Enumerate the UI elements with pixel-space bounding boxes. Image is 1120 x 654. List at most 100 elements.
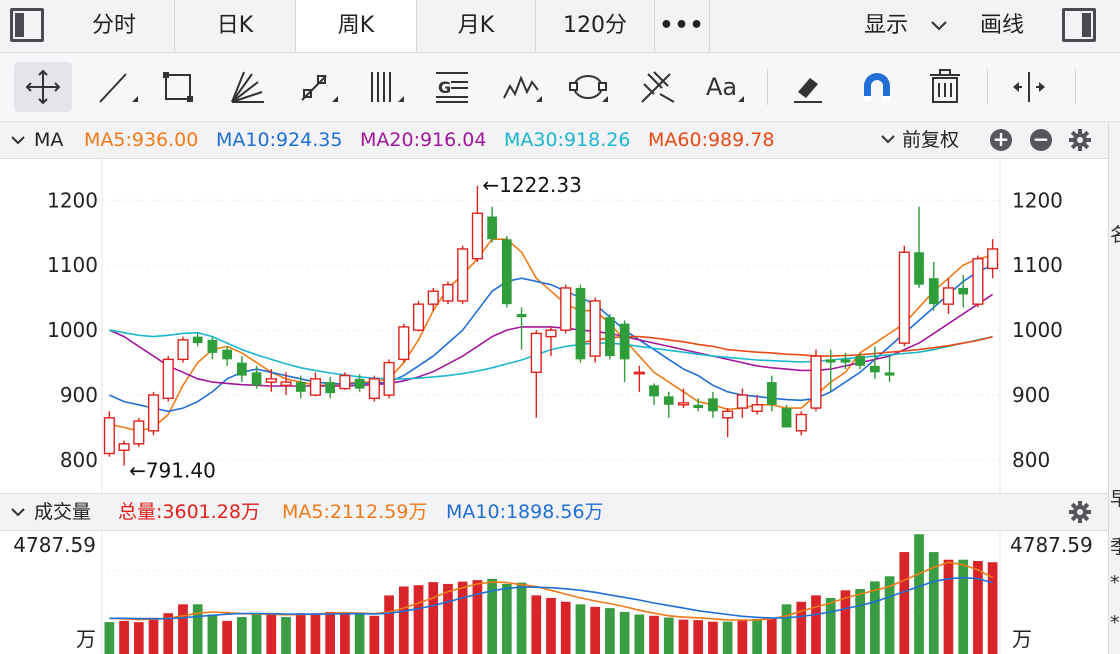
ma60-value: MA60:989.78	[648, 129, 775, 151]
tab-weekly-k[interactable]: 周K	[296, 0, 417, 52]
candle	[884, 356, 895, 383]
zoom-in-icon[interactable]: +	[990, 129, 1012, 151]
volume-bar	[251, 613, 262, 654]
volume-bar	[605, 608, 615, 654]
trash-icon[interactable]	[916, 62, 974, 112]
text-tool-icon[interactable]: Aa	[696, 62, 754, 112]
y-tick-label-left: 900	[60, 383, 98, 407]
candle-body	[677, 402, 690, 406]
chevron-down-icon[interactable]	[10, 507, 26, 519]
volume-bar	[531, 595, 542, 654]
volume-max-label-left: 4787.59	[13, 533, 96, 557]
candle-body	[958, 287, 969, 295]
ma20-value: MA20:916.04	[360, 129, 487, 151]
candle-body	[633, 371, 645, 375]
candle-body	[884, 372, 895, 376]
y-tick-label-left: 1200	[47, 188, 98, 212]
volume-bar	[855, 589, 866, 654]
kline-chart[interactable]: 1200 1200 1100 1100 1000 1000 900 900 800 800 ←122…	[0, 159, 1108, 493]
side-panel-text: 早	[1110, 484, 1120, 511]
volume-bar	[443, 583, 453, 654]
volume-bar	[340, 612, 350, 654]
chevron-down-icon[interactable]	[880, 134, 896, 146]
candle-body	[295, 382, 306, 392]
candle	[589, 297, 601, 363]
channel-tool-icon[interactable]	[290, 62, 348, 112]
price-adjust-selector[interactable]: 前复权	[902, 122, 959, 158]
candle-body	[766, 382, 777, 405]
volume-bar	[501, 583, 512, 654]
candle	[810, 349, 822, 412]
candle-body	[870, 365, 880, 373]
zoom-out-icon[interactable]: −	[1030, 129, 1052, 151]
candle-body	[325, 382, 336, 394]
candle	[942, 278, 955, 314]
right-panel-toggle-icon[interactable]	[1062, 8, 1096, 42]
expand-horizontal-icon[interactable]	[1000, 62, 1058, 112]
candle	[516, 307, 527, 350]
fan-lines-tool-icon[interactable]	[220, 62, 278, 112]
more-periods-button[interactable]: •••	[655, 0, 710, 52]
total-volume-value: 总量:3601.28万	[118, 501, 260, 523]
price-note-tool-icon[interactable]: G	[424, 62, 482, 112]
move-cross-icon[interactable]	[14, 62, 72, 112]
vertical-lines-tool-icon[interactable]	[356, 62, 414, 112]
candle	[972, 255, 984, 308]
ma-label[interactable]: MA	[34, 122, 63, 158]
candle-body	[280, 381, 292, 387]
settings-gear-icon[interactable]	[1068, 128, 1092, 152]
volume-bar	[914, 534, 924, 654]
period-tab-bar: 分时 日K 周K 月K 120分 ••• 显示 画线	[0, 0, 1120, 53]
chevron-down-icon[interactable]	[10, 135, 26, 147]
tab-daily-k[interactable]: 日K	[175, 0, 296, 52]
volume-bar	[133, 622, 144, 654]
volume-ma5-value: MA5:2112.59万	[282, 501, 428, 523]
y-tick-label-right: 1000	[1012, 318, 1063, 342]
candle-body	[898, 251, 910, 344]
eraser-icon[interactable]	[780, 62, 838, 112]
candle	[103, 411, 115, 457]
tab-timeshare[interactable]: 分时	[54, 0, 175, 52]
volume-bar	[369, 615, 380, 654]
candle	[633, 365, 645, 392]
y-tick-label-right: 1200	[1012, 188, 1063, 212]
line-tool-icon[interactable]	[90, 62, 148, 112]
display-menu[interactable]: 显示	[864, 0, 947, 52]
draw-line-button[interactable]: 画线	[980, 0, 1024, 52]
toolbar-separator	[1075, 69, 1076, 105]
candle-body	[487, 216, 497, 240]
side-panel-text: *	[1110, 612, 1120, 634]
rectangle-tool-icon[interactable]	[150, 62, 208, 112]
volume-max-label-right: 4787.59	[1010, 533, 1093, 557]
candle-body	[398, 326, 410, 361]
ma30-value: MA30:918.26	[504, 129, 631, 151]
candle	[368, 375, 380, 402]
candle	[914, 206, 924, 288]
volume-bar	[325, 611, 336, 654]
candle	[619, 320, 630, 383]
candle-body	[236, 362, 247, 376]
volume-bar	[649, 615, 659, 654]
y-tick-label-left: 1100	[47, 253, 98, 277]
volume-chart[interactable]: 4787.59 4787.59 万 万	[0, 530, 1108, 654]
volume-bar	[384, 595, 394, 654]
toolbar-separator	[987, 69, 988, 105]
volume-bar	[958, 559, 969, 654]
tab-120min[interactable]: 120分	[536, 0, 655, 52]
magnet-icon[interactable]	[848, 62, 906, 112]
left-panel-toggle-icon[interactable]	[10, 8, 44, 42]
volume-bar	[590, 606, 601, 654]
volume-label[interactable]: 成交量	[34, 494, 91, 530]
tab-monthly-k[interactable]: 月K	[417, 0, 536, 52]
wave-tool-icon[interactable]	[494, 62, 552, 112]
candle-body	[736, 394, 748, 409]
volume-bar	[560, 601, 571, 654]
settings-gear-icon[interactable]	[1068, 500, 1092, 524]
volume-bar	[708, 621, 718, 654]
candle	[412, 300, 425, 332]
candle-body	[605, 317, 615, 357]
cycle-tool-icon[interactable]	[560, 62, 618, 112]
y-tick-label-right: 800	[1012, 448, 1050, 472]
volume-bar	[104, 622, 115, 654]
gann-fan-tool-icon[interactable]	[630, 62, 688, 112]
